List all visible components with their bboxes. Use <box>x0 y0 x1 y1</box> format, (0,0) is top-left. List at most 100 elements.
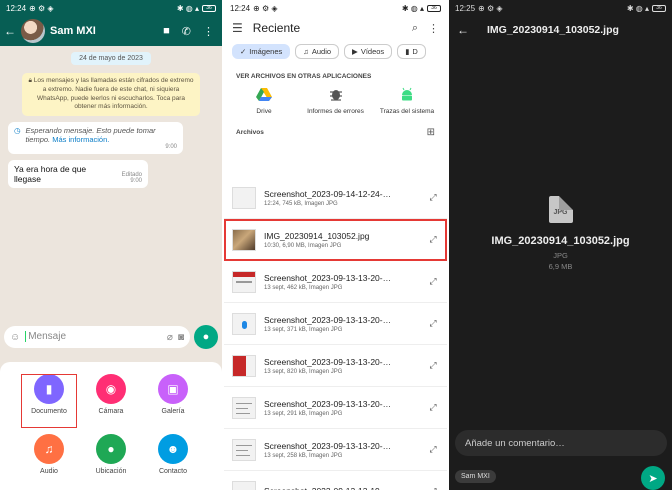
file-name: Screenshot_2023-09-13-13-19-… <box>264 486 419 490</box>
file-row[interactable]: Screenshot_2023-09-13-13-20-… 13 sept, 25… <box>224 429 447 471</box>
search-icon[interactable]: ⌕ <box>412 22 418 35</box>
app-label: Informes de errores <box>307 108 364 115</box>
status-time: 12:24 <box>6 3 27 13</box>
expand-preview-icon[interactable]: ⤢ <box>427 192 439 203</box>
file-name: Screenshot_2023-09-13-13-20-… <box>264 272 392 283</box>
camera-icon[interactable]: ◙ <box>178 332 184 343</box>
paperclip-icon[interactable]: ⌀ <box>167 332 173 343</box>
attach-option-label: Documento <box>31 408 67 415</box>
expand-preview-icon[interactable]: ⤢ <box>427 486 439 490</box>
file-name: Screenshot_2023-09-13-13-20-… <box>264 440 392 451</box>
preview-header: ← IMG_20230914_103052.jpg <box>449 16 672 44</box>
chat-header: ← Sam MXI ■ ✆ ⋮ <box>0 16 222 46</box>
learn-more-link[interactable]: Más información. <box>52 135 109 144</box>
notification-icons: ⊕ ⚙ ◈ <box>253 3 278 13</box>
more-options-icon[interactable]: ⋮ <box>428 22 439 35</box>
file-name: Screenshot_2023-09-13-13-20-… <box>264 314 392 325</box>
file-row[interactable]: IMG_20230914_103052.jpg 10:30, 6,90 MB, I… <box>224 219 447 261</box>
chip-label: Vídeos <box>360 47 385 56</box>
more-options-icon[interactable]: ⋮ <box>203 25 214 38</box>
attach-option-5[interactable]: ☻ Contacto <box>145 434 201 488</box>
file-type: JPG <box>553 251 568 260</box>
attach-option-1[interactable]: ◉ Cámara <box>83 374 139 428</box>
person-icon: ☻ <box>158 434 188 464</box>
file-thumbnail <box>232 438 256 461</box>
back-arrow-icon[interactable]: ← <box>4 24 16 38</box>
comment-input[interactable]: Añade un comentario… <box>455 430 667 456</box>
file-thumbnail <box>232 354 256 377</box>
filter-chip[interactable]: ✓ Imágenes <box>232 44 291 59</box>
filter-chip[interactable]: ♫ Audio <box>295 44 340 59</box>
system-icons: ✱ ◍ ▴ 36 <box>627 4 666 13</box>
expand-preview-icon[interactable]: ⤢ <box>427 276 439 287</box>
file-row[interactable]: Screenshot_2023-09-13-13-20-… 13 sept, 46… <box>224 261 447 303</box>
file-row[interactable]: Screenshot_2023-09-13-13-20-… 13 sept, 82… <box>224 345 447 387</box>
expand-preview-icon[interactable]: ⤢ <box>427 234 439 245</box>
file-thumbnail <box>232 270 256 293</box>
notification-icons: ⊕ ⚙ ◈ <box>29 3 54 13</box>
expand-preview-icon[interactable]: ⤢ <box>427 318 439 329</box>
file-row[interactable]: Screenshot_2023-09-13-13-20-… 13 sept, 29… <box>224 387 447 429</box>
sent-message-text: Ya era hora de que llegase <box>14 164 87 185</box>
clock-icon: ◷ <box>14 126 21 136</box>
chip-icon: ♫ <box>303 47 309 56</box>
avatar[interactable] <box>21 19 45 43</box>
microphone-button[interactable]: ● <box>194 325 218 349</box>
back-arrow-icon[interactable]: ← <box>457 23 469 37</box>
emoji-icon[interactable]: ☺ <box>10 332 20 343</box>
grid-view-icon[interactable]: ⊞ <box>427 127 435 138</box>
message-composer: ☺ Mensaje ⌀ ◙ ● <box>0 324 222 350</box>
encryption-notice[interactable]: 🔒︎ Los mensajes y las llamadas están cif… <box>22 73 200 117</box>
expand-preview-icon[interactable]: ⤢ <box>427 444 439 455</box>
file-name: Screenshot_2023-09-13-13-20-… <box>264 398 392 409</box>
file-name: Screenshot_2023-09-13-13-20-… <box>264 356 392 367</box>
android-icon <box>402 87 412 101</box>
status-bar: 12:24 ⊕ ⚙ ◈ ✱ ◍ ▴ 36 <box>0 0 222 16</box>
file-meta: 13 sept, 820 kB, Imagen JPG <box>264 368 343 375</box>
attach-option-3[interactable]: ♫ Audio <box>21 434 77 488</box>
attach-option-2[interactable]: ▣ Galería <box>145 374 201 428</box>
file-row[interactable]: Screenshot_2023-09-13-13-19-… ⤢ <box>224 471 447 490</box>
attachment-sheet: ▮ Documento ◉ Cámara ▣ Galería ♫ Audio ● Ubicació… <box>0 362 222 490</box>
attach-option-label: Audio <box>40 468 58 475</box>
file-meta: 13 sept, 462 kB, Imagen JPG <box>264 284 343 291</box>
app-drive[interactable]: Drive <box>230 86 298 115</box>
app-bug-reports[interactable]: Informes de errores <box>302 86 370 115</box>
filter-chip[interactable]: ▮ D <box>397 44 426 59</box>
attach-option-0[interactable]: ▮ Documento <box>21 374 77 428</box>
status-time: 12:25 <box>455 3 476 13</box>
chip-label: Audio <box>311 47 332 56</box>
app-system-traces[interactable]: Trazas del sistema <box>373 86 441 115</box>
phone-call-icon[interactable]: ✆ <box>182 25 191 38</box>
video-call-icon[interactable]: ■ <box>163 25 170 38</box>
status-time: 12:24 <box>230 3 251 13</box>
file-thumbnail <box>232 480 256 490</box>
filter-chip[interactable]: ▶ Vídeos <box>344 44 393 59</box>
send-icon: ➤ <box>648 472 658 485</box>
attach-option-4[interactable]: ● Ubicación <box>83 434 139 488</box>
files-section-header: Archivos ⊞ <box>224 115 447 146</box>
sent-message-bubble[interactable]: Ya era hora de que llegase Editado 9:00 <box>8 160 148 189</box>
picker-header: ☰ Reciente ⌕ ⋮ <box>224 16 447 40</box>
preview-title: IMG_20230914_103052.jpg <box>487 24 619 36</box>
file-meta: 13 sept, 258 kB, Imagen JPG <box>264 452 343 459</box>
expand-preview-icon[interactable]: ⤢ <box>427 360 439 371</box>
hamburger-menu-icon[interactable]: ☰ <box>232 21 243 35</box>
expand-preview-icon[interactable]: ⤢ <box>427 402 439 413</box>
waiting-message-bubble: ◷ Esperando mensaje. Esto puede tomar ti… <box>8 122 183 155</box>
date-chip: 24 de mayo de 2023 <box>71 52 151 65</box>
other-apps-row: Drive Informes de errores Trazas del sis… <box>224 86 447 115</box>
message-input[interactable]: ☺ Mensaje ⌀ ◙ <box>4 326 190 348</box>
file-row[interactable]: Screenshot_2023-09-13-13-20-… 13 sept, 37… <box>224 303 447 345</box>
recipient-chip: Sam MXI <box>455 470 496 483</box>
contact-name[interactable]: Sam MXI <box>50 25 158 37</box>
microphone-icon: ● <box>202 331 210 343</box>
send-button[interactable]: ➤ <box>641 466 665 490</box>
battery-icon: 36 <box>652 4 666 12</box>
status-bar: 12:25 ⊕ ⚙ ◈ ✱ ◍ ▴ 36 <box>449 0 672 16</box>
gallery-icon: ▣ <box>158 374 188 404</box>
chip-icon: ✓ <box>240 47 247 56</box>
battery-icon: 36 <box>427 4 441 12</box>
files-label: Archivos <box>236 129 264 136</box>
file-row[interactable]: Screenshot_2023-09-14-12-24-… 12:24, 745 … <box>224 177 447 219</box>
